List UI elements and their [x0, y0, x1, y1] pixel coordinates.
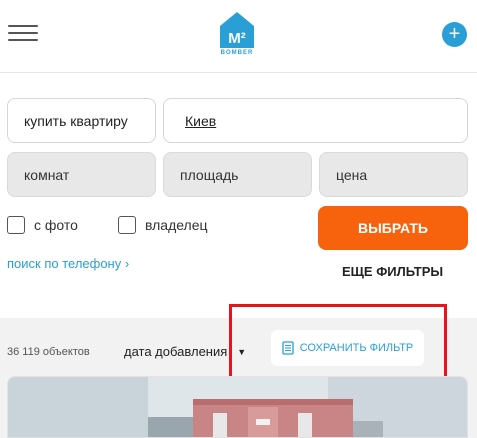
sort-select[interactable]: дата добавления ▼	[124, 344, 246, 359]
area-field[interactable]: площадь	[163, 152, 312, 197]
save-filter-label: СОХРАНИТЬ ФИЛЬТР	[299, 342, 414, 354]
app-header: M² BOMBER +	[0, 0, 477, 73]
deal-type-select[interactable]: купить квартиру	[7, 98, 156, 143]
logo[interactable]: M² BOMBER	[217, 11, 257, 61]
logo-house-icon: M²	[220, 12, 254, 48]
results-count: 36 119 объектов	[7, 346, 90, 358]
deal-type-value: купить квартиру	[24, 112, 128, 129]
logo-subtitle: BOMBER	[220, 50, 254, 56]
phone-search-link[interactable]: поиск по телефону ›	[7, 256, 129, 271]
choose-button[interactable]: ВЫБРАТЬ	[318, 206, 468, 250]
city-value: Киев	[185, 112, 217, 129]
with-photo-label: с фото	[34, 217, 78, 233]
logo-text: M²	[228, 30, 246, 47]
owner-checkbox[interactable]: владелец	[118, 216, 208, 234]
save-filter-button[interactable]: СОХРАНИТЬ ФИЛЬТР	[271, 330, 424, 366]
rooms-placeholder: комнат	[24, 166, 70, 183]
with-photo-checkbox[interactable]: с фото	[7, 216, 78, 234]
more-filters-button[interactable]: ЕЩЕ ФИЛЬТРЫ	[342, 264, 443, 279]
city-field[interactable]: Киев	[163, 98, 468, 143]
hamburger-icon[interactable]	[8, 23, 38, 43]
price-placeholder: цена	[336, 166, 368, 183]
listing-card-image[interactable]	[7, 376, 468, 438]
document-icon	[282, 341, 294, 355]
area-placeholder: площадь	[180, 166, 239, 183]
rooms-field[interactable]: комнат	[7, 152, 156, 197]
checkbox-box[interactable]	[7, 216, 25, 234]
sort-label: дата добавления	[124, 344, 228, 359]
price-field[interactable]: цена	[319, 152, 468, 197]
add-listing-button[interactable]: +	[442, 22, 467, 47]
caret-down-icon: ▼	[237, 346, 247, 357]
plus-icon: +	[448, 23, 461, 45]
checkbox-box[interactable]	[118, 216, 136, 234]
owner-label: владелец	[145, 217, 208, 233]
building-photo	[8, 377, 467, 437]
